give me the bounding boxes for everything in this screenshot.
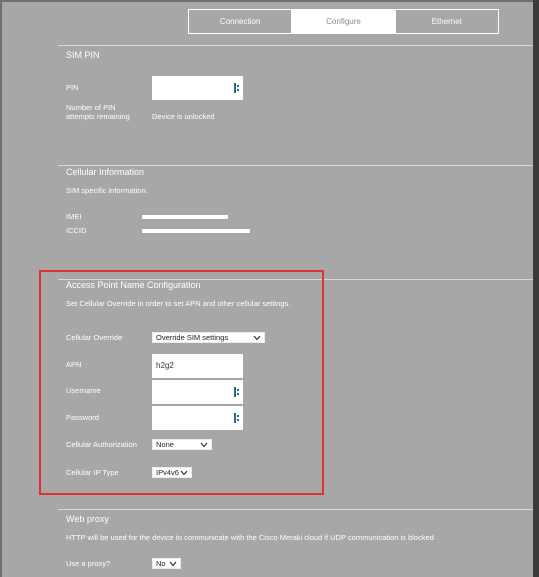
- password-manager-icon[interactable]: [234, 83, 240, 93]
- iccid-label: ICCID: [66, 226, 87, 235]
- imei-redacted-value: [142, 215, 228, 219]
- highlight-box: [39, 270, 324, 495]
- pin-label: PIN: [66, 83, 79, 92]
- tab-configure[interactable]: Configure: [291, 10, 395, 33]
- web-proxy-description: HTTP will be used for the device to comm…: [66, 533, 434, 542]
- use-proxy-value: No: [156, 559, 166, 568]
- cellular-info-description: SIM specific information.: [66, 186, 148, 195]
- window-frame-top: [0, 0, 539, 2]
- window-frame-left: [0, 0, 2, 577]
- chevron-down-icon: [169, 561, 177, 567]
- imei-label: IMEI: [66, 212, 82, 221]
- use-proxy-select[interactable]: No: [152, 558, 181, 569]
- section-divider: [58, 45, 533, 46]
- web-proxy-heading: Web proxy: [66, 514, 109, 524]
- scrollbar-track[interactable]: [533, 0, 539, 577]
- pin-input[interactable]: [152, 76, 243, 100]
- section-divider: [58, 165, 533, 166]
- iccid-redacted-value: [142, 229, 250, 233]
- sim-pin-heading: SIM PIN: [66, 50, 100, 60]
- tab-ethernet[interactable]: Ethernet: [394, 10, 498, 33]
- cellular-info-heading: Cellular Information: [66, 167, 145, 177]
- pin-attempts-value: Device is unlocked: [152, 112, 215, 121]
- section-divider: [58, 509, 533, 510]
- tab-connection[interactable]: Connection: [189, 10, 291, 33]
- use-proxy-label: Use a proxy?: [66, 559, 111, 568]
- tab-bar: Connection Configure Ethernet: [188, 9, 499, 34]
- pin-attempts-label-line2: attempts remaining: [66, 112, 130, 121]
